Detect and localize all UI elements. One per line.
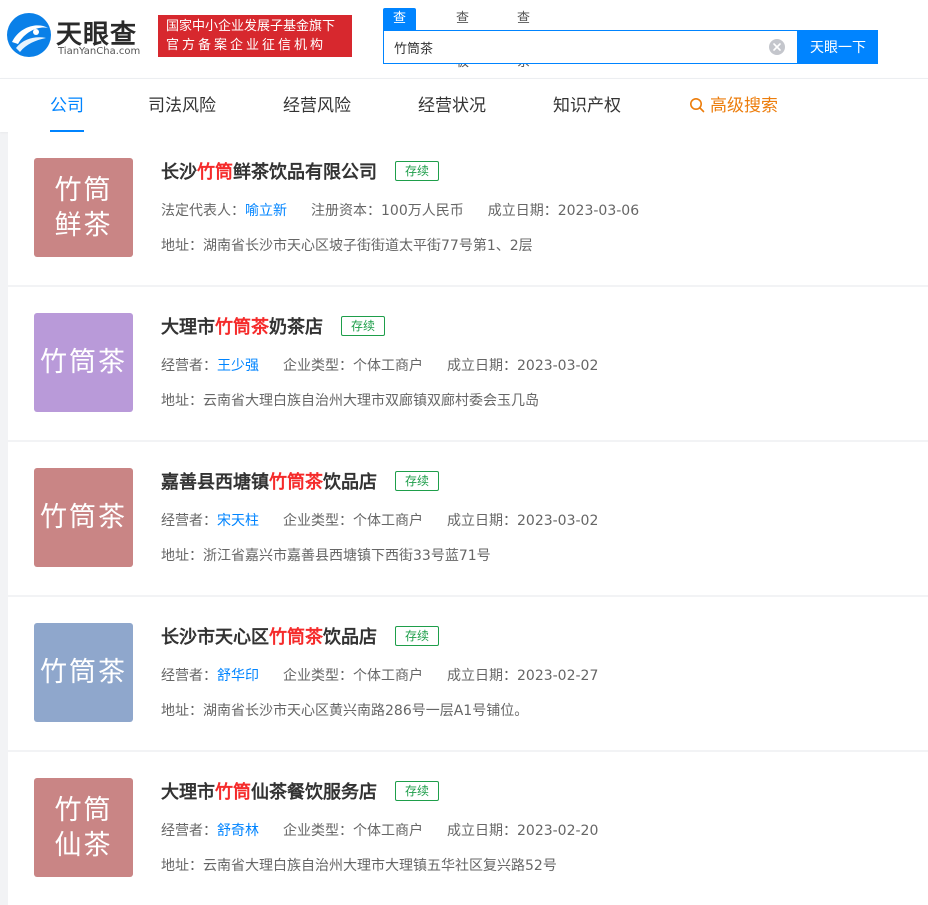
company-address: 地址：浙江省嘉兴市嘉善县西塘镇下西街33号蓝71号 <box>161 548 491 564</box>
search-tab-relation[interactable]: 查关系 <box>517 8 530 70</box>
company-name[interactable]: 长沙竹筒鲜茶饮品有限公司 存续 <box>161 158 440 184</box>
logo-line: 仙茶 <box>54 829 113 861</box>
company-name[interactable]: 长沙市天心区竹筒茶饮品店 存续 <box>161 623 440 649</box>
logo-line: 竹筒 <box>54 794 113 826</box>
name-part: 长沙 <box>161 162 197 183</box>
founded-field: 成立日期：2023-03-06 <box>487 203 640 219</box>
operator-label: 经营者： <box>161 668 217 684</box>
founded-field: 成立日期：2023-02-20 <box>447 823 599 839</box>
company-name[interactable]: 大理市竹筒仙茶餐饮服务店 存续 <box>161 778 440 804</box>
name-part: 长沙市天心区 <box>161 627 269 648</box>
company-logo: 竹筒茶 <box>34 313 133 412</box>
name-part: 大理市 <box>161 317 215 338</box>
search-icon <box>690 97 705 112</box>
type-field: 企业类型：个体工商户 <box>283 823 423 839</box>
company-card[interactable]: 竹筒茶 大理市竹筒茶奶茶店 存续 经营者：王少强 企业类型：个体工商户 成立日期：20… <box>8 287 928 440</box>
company-address: 地址：湖南省长沙市天心区黄兴南路286号一层A1号铺位。 <box>161 703 529 719</box>
status-badge: 存续 <box>395 781 440 801</box>
name-highlight: 竹筒茶 <box>269 627 323 648</box>
rep-label: 法定代表人： <box>161 203 245 219</box>
type-field: 企业类型：个体工商户 <box>283 513 423 529</box>
nav-tab-ip[interactable]: 知识产权 <box>553 79 621 133</box>
type-field: 企业类型：个体工商户 <box>283 668 423 684</box>
logo-line: 竹筒茶 <box>40 347 127 378</box>
search-tab-boss[interactable]: 查老板 <box>456 8 469 70</box>
name-part: 鲜茶饮品有限公司 <box>233 162 377 183</box>
badge-line-1: 国家中小企业发展子基金旗下 <box>166 19 336 34</box>
logo-line: 竹筒茶 <box>40 657 127 688</box>
logo-line: 鲜茶 <box>54 209 113 241</box>
name-part: 嘉善县西塘镇 <box>161 472 269 493</box>
status-badge: 存续 <box>395 161 440 181</box>
logo-line: 竹筒茶 <box>40 502 127 533</box>
company-card[interactable]: 竹筒 仙茶 大理市竹筒仙茶餐饮服务店 存续 经营者：舒奇林 企业类型：个体工商户 成立日… <box>8 752 928 905</box>
operator-link[interactable]: 王少强 <box>217 358 259 374</box>
category-nav: 公司 司法风险 经营风险 经营状况 知识产权 高级搜索 <box>0 78 928 133</box>
operator-link[interactable]: 舒华印 <box>217 668 259 684</box>
logo-domain: TianYanCha.com <box>58 46 141 57</box>
search-input[interactable] <box>394 31 764 63</box>
company-name[interactable]: 大理市竹筒茶奶茶店 存续 <box>161 313 386 339</box>
company-logo: 竹筒 仙茶 <box>34 778 133 877</box>
company-address: 地址：云南省大理白族自治州大理市大理镇五华社区复兴路52号 <box>161 858 557 874</box>
badge-line-2: 官方备案企业征信机构 <box>166 38 327 53</box>
eye-logo-icon <box>7 13 51 57</box>
name-part: 仙茶餐饮服务店 <box>251 782 377 803</box>
rep-link[interactable]: 喻立新 <box>245 203 287 219</box>
name-part: 饮品店 <box>323 472 377 493</box>
company-info-row: 经营者：宋天柱 企业类型：个体工商户 成立日期：2023-03-02 <box>161 510 622 530</box>
operator-link[interactable]: 舒奇林 <box>217 823 259 839</box>
company-info-row: 经营者：舒奇林 企业类型：个体工商户 成立日期：2023-02-20 <box>161 820 622 840</box>
company-logo: 竹筒茶 <box>34 468 133 567</box>
name-highlight: 竹筒茶 <box>215 317 269 338</box>
site-logo[interactable]: 天眼查 TianYanCha.com <box>6 12 152 62</box>
name-part: 饮品店 <box>323 627 377 648</box>
nav-tab-judicial-risk[interactable]: 司法风险 <box>148 79 216 133</box>
search-tab-company[interactable]: 查公司 <box>383 8 417 70</box>
gov-badge: 国家中小企业发展子基金旗下 官方备案企业征信机构 <box>158 15 352 57</box>
company-logo: 竹筒 鲜茶 <box>34 158 133 257</box>
company-info-row: 经营者：舒华印 企业类型：个体工商户 成立日期：2023-02-27 <box>161 665 622 685</box>
name-highlight: 竹筒 <box>197 162 233 183</box>
type-field: 企业类型：个体工商户 <box>283 358 423 374</box>
advanced-search-label: 高级搜索 <box>710 96 778 116</box>
status-badge: 存续 <box>395 471 440 491</box>
founded-field: 成立日期：2023-02-27 <box>447 668 599 684</box>
company-info-row: 法定代表人：喻立新 注册资本：100万人民币 成立日期：2023-03-06 <box>161 200 663 220</box>
name-highlight: 竹筒 <box>215 782 251 803</box>
nav-tab-company[interactable]: 公司 <box>50 79 84 133</box>
operator-link[interactable]: 宋天柱 <box>217 513 259 529</box>
company-logo: 竹筒茶 <box>34 623 133 722</box>
operator-label: 经营者： <box>161 513 217 529</box>
company-card[interactable]: 竹筒茶 嘉善县西塘镇竹筒茶饮品店 存续 经营者：宋天柱 企业类型：个体工商户 成立日期… <box>8 442 928 595</box>
status-badge: 存续 <box>341 316 386 336</box>
capital-field: 注册资本：100万人民币 <box>311 203 464 219</box>
operator-label: 经营者： <box>161 358 217 374</box>
search-box <box>383 30 798 64</box>
company-info-row: 经营者：王少强 企业类型：个体工商户 成立日期：2023-03-02 <box>161 355 622 375</box>
status-badge: 存续 <box>395 626 440 646</box>
top-header: 天眼查 TianYanCha.com 国家中小企业发展子基金旗下 官方备案企业征… <box>0 0 928 78</box>
search-button[interactable]: 天眼一下 <box>798 30 878 64</box>
logo-line: 竹筒 <box>54 174 113 206</box>
name-part: 大理市 <box>161 782 215 803</box>
name-part: 奶茶店 <box>269 317 323 338</box>
name-highlight: 竹筒茶 <box>269 472 323 493</box>
company-card[interactable]: 竹筒 鲜茶 长沙竹筒鲜茶饮品有限公司 存续 法定代表人：喻立新 注册资本：100万人民… <box>8 132 928 285</box>
company-address: 地址：湖南省长沙市天心区坡子街街道太平街77号第1、2层 <box>161 238 533 254</box>
clear-icon[interactable] <box>769 39 785 55</box>
nav-tab-operation-risk[interactable]: 经营风险 <box>283 79 351 133</box>
founded-field: 成立日期：2023-03-02 <box>447 513 599 529</box>
company-address: 地址：云南省大理白族自治州大理市双廊镇双廊村委会玉几岛 <box>161 393 539 409</box>
company-card[interactable]: 竹筒茶 长沙市天心区竹筒茶饮品店 存续 经营者：舒华印 企业类型：个体工商户 成立日期… <box>8 597 928 750</box>
company-name[interactable]: 嘉善县西塘镇竹筒茶饮品店 存续 <box>161 468 440 494</box>
nav-tab-operation-status[interactable]: 经营状况 <box>418 79 486 133</box>
operator-label: 经营者： <box>161 823 217 839</box>
advanced-search-link[interactable]: 高级搜索 <box>689 79 778 133</box>
founded-field: 成立日期：2023-03-02 <box>447 358 599 374</box>
